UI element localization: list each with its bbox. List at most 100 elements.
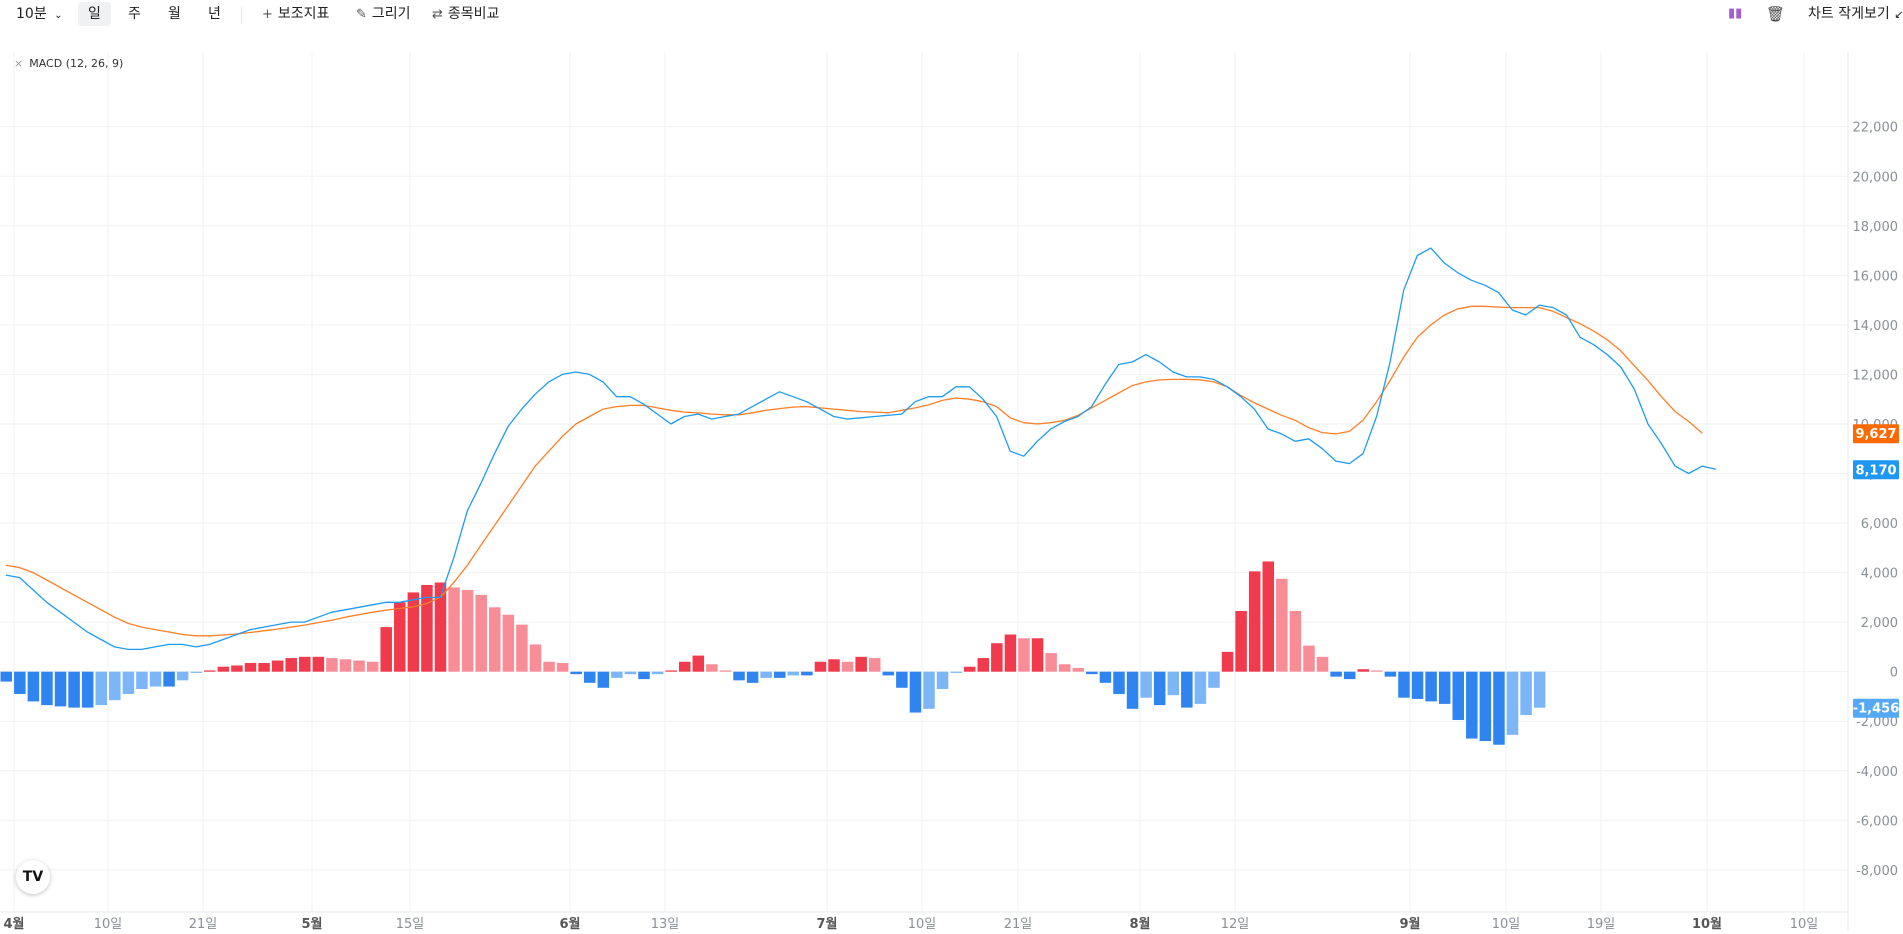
histogram-bar xyxy=(1058,664,1071,672)
histogram-bar xyxy=(1357,669,1369,672)
histogram-bar xyxy=(679,661,691,672)
y-tick-label: 22,000 xyxy=(1853,121,1899,136)
indicator-legend: × MACD (12, 26, 9) xyxy=(14,57,123,70)
pen-icon: ✎ xyxy=(356,7,367,22)
histogram-bar xyxy=(1153,671,1166,706)
macd-chart[interactable]: 22,00020,00018,00016,00014,00012,00010,0… xyxy=(0,52,1903,932)
compare-button[interactable]: ⇄ 종목비교 xyxy=(432,2,499,26)
signal-line xyxy=(5,305,1703,637)
period-month[interactable]: 월 xyxy=(158,2,191,26)
histogram-bar xyxy=(1506,671,1519,735)
histogram-bar xyxy=(1493,671,1505,745)
histogram-bar xyxy=(1086,671,1098,675)
histogram-bar xyxy=(923,671,935,709)
period-year[interactable]: 년 xyxy=(198,2,231,26)
draw-button[interactable]: ✎ 그리기 xyxy=(356,2,411,26)
histogram-bar xyxy=(285,658,297,672)
interval-label: 10분 xyxy=(16,6,47,22)
x-tick-label: 12일 xyxy=(1221,917,1250,930)
interval-dropdown[interactable]: 10분 ⌄ xyxy=(16,2,63,26)
histogram-bar xyxy=(1289,610,1302,672)
histogram-bar xyxy=(1099,671,1112,683)
histogram-bar xyxy=(950,671,962,673)
histogram-bar xyxy=(692,655,705,672)
histogram-bar xyxy=(81,671,94,708)
x-tick-label: 21일 xyxy=(189,917,218,930)
y-tick-label: 12,000 xyxy=(1853,368,1899,383)
period-week[interactable]: 주 xyxy=(118,2,151,26)
histogram-bar xyxy=(217,666,230,672)
histogram-bar xyxy=(1113,671,1125,694)
histogram-bar xyxy=(109,671,121,701)
histogram-bar xyxy=(299,656,311,672)
y-tick-label: 0 xyxy=(1890,666,1898,681)
histogram-bar xyxy=(1411,671,1424,699)
histogram-bar xyxy=(1479,671,1492,742)
histogram-bar xyxy=(651,671,664,675)
x-tick-label: 8월 xyxy=(1129,916,1150,930)
macd-chart-svg: 22,00020,00018,00016,00014,00012,00010,0… xyxy=(0,52,1900,932)
x-tick-label: 15일 xyxy=(396,917,425,930)
histogram-bar xyxy=(258,663,270,672)
histogram-bar xyxy=(746,671,759,683)
histogram-bar xyxy=(556,663,569,672)
histogram-bar xyxy=(1126,671,1139,709)
x-tick-label: 9월 xyxy=(1399,916,1420,930)
plus-icon: + xyxy=(262,7,273,22)
shrink-chart-label: 차트 작게보기 xyxy=(1808,6,1890,22)
indicators-button[interactable]: + 보조지표 xyxy=(262,2,329,26)
histogram-bar xyxy=(326,658,338,672)
histogram-bar xyxy=(190,671,202,673)
histogram-bar xyxy=(163,671,175,687)
histogram-bar xyxy=(68,671,80,708)
indicator-settings-icon[interactable]: ▮▮ xyxy=(1728,2,1742,26)
histogram-bar xyxy=(1167,671,1180,696)
histogram-bar xyxy=(896,671,908,688)
shrink-chart-button[interactable]: 차트 작게보기 ↙ xyxy=(1808,2,1903,26)
histogram-bar xyxy=(136,671,148,690)
histogram-bar xyxy=(991,643,1003,672)
histogram-bar xyxy=(760,671,772,678)
close-icon[interactable]: × xyxy=(14,57,23,70)
histogram-bar xyxy=(936,671,949,690)
indicator-title: MACD (12, 26, 9) xyxy=(29,57,124,70)
histogram-bar xyxy=(231,665,243,672)
tradingview-logo[interactable]: TV xyxy=(16,860,50,894)
histogram-bar xyxy=(95,671,107,706)
histogram-bar xyxy=(1235,610,1247,672)
histogram-bar xyxy=(855,656,867,672)
histogram-bar xyxy=(1004,634,1017,672)
histogram-bar xyxy=(1520,671,1532,716)
histogram-bar xyxy=(14,671,26,694)
period-day[interactable]: 일 xyxy=(78,2,111,26)
x-tick-label: 10일 xyxy=(1492,917,1521,930)
histogram-bar xyxy=(1384,671,1397,677)
histogram-bar xyxy=(1452,671,1464,720)
histogram-bar xyxy=(909,671,922,713)
trash-icon[interactable]: 🗑 xyxy=(1766,2,1785,26)
histogram-bar xyxy=(570,671,582,675)
histogram-bar xyxy=(204,670,216,672)
histogram-bar xyxy=(1248,571,1261,672)
macd-last-value: 8,170 xyxy=(1855,463,1896,478)
y-tick-label: -6,000 xyxy=(1856,814,1898,829)
histogram-bar xyxy=(529,644,542,672)
histogram-bar xyxy=(475,594,487,672)
y-tick-label: 20,000 xyxy=(1853,170,1899,185)
histogram-bar xyxy=(516,624,528,672)
histogram-last-value: -1,456 xyxy=(1853,702,1900,717)
x-tick-label: 10월 xyxy=(1692,916,1722,930)
histogram-bar xyxy=(584,671,596,683)
histogram-bar xyxy=(380,627,392,672)
histogram-bar xyxy=(719,670,732,672)
histogram-bar xyxy=(828,659,840,672)
histogram-bar xyxy=(27,671,40,702)
histogram-bar xyxy=(814,661,827,672)
histogram-bar xyxy=(1045,653,1057,672)
histogram-bar xyxy=(122,671,135,694)
histogram-bar xyxy=(1343,671,1356,680)
y-tick-label: 14,000 xyxy=(1853,319,1899,334)
histogram-bar xyxy=(1371,670,1383,672)
x-tick-label: 10일 xyxy=(94,917,123,930)
histogram-bar xyxy=(54,671,67,707)
